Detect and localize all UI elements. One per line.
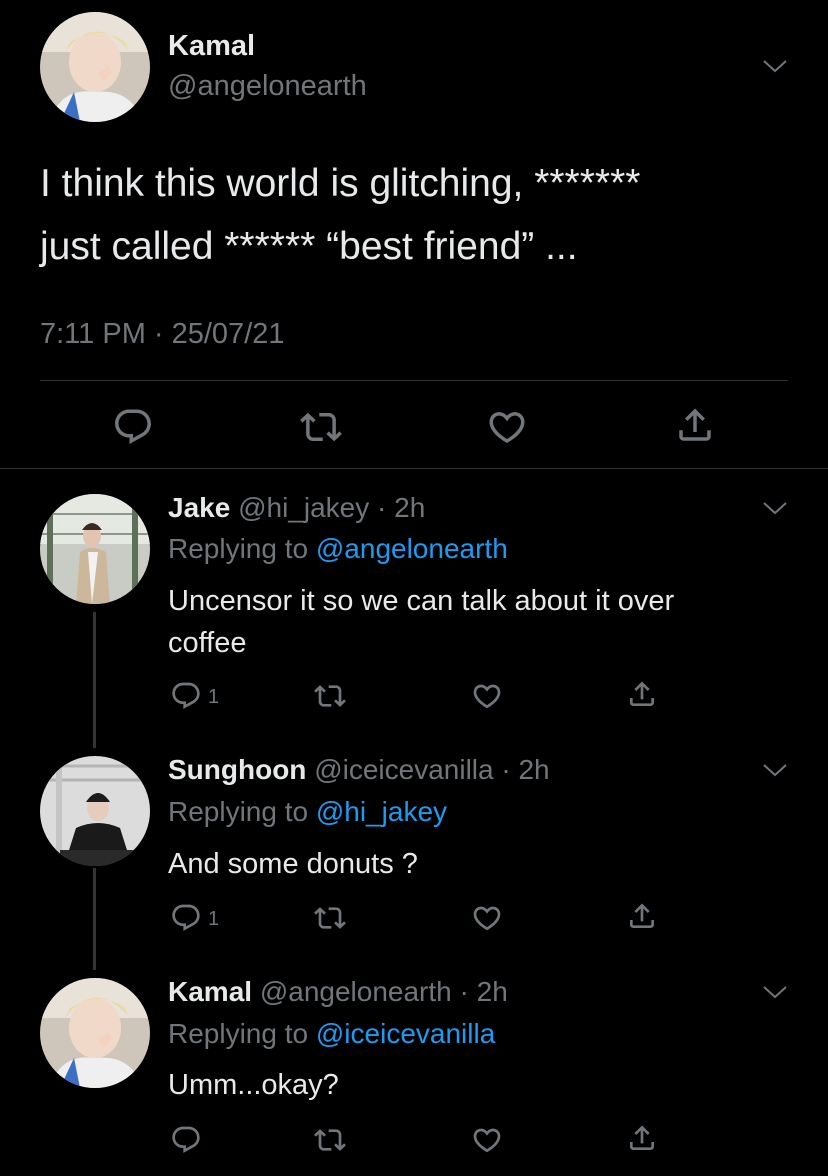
replying-to: Replying to @iceicevanilla	[168, 1018, 495, 1050]
avatar[interactable]	[40, 756, 150, 866]
thread-line	[93, 612, 96, 748]
reply-text-line-1: Umm...okay?	[168, 1069, 339, 1101]
share-icon[interactable]	[626, 678, 658, 710]
mention-link[interactable]: @hi_jakey	[316, 796, 447, 827]
divider	[40, 380, 788, 381]
heart-icon[interactable]	[486, 406, 528, 448]
replying-label: Replying to	[168, 1018, 309, 1049]
reply-icon[interactable]	[170, 902, 202, 934]
avatar[interactable]	[40, 978, 150, 1088]
reply-time: · 2h	[377, 492, 426, 523]
chevron-down-icon[interactable]	[762, 500, 788, 516]
reply-header: Kamal @angelonearth · 2h	[168, 976, 508, 1008]
replying-to: Replying to @hi_jakey	[168, 796, 447, 828]
replying-label: Replying to	[168, 796, 309, 827]
replying-label: Replying to	[168, 533, 309, 564]
reply-text-line-2: coffee	[168, 627, 247, 659]
reply-time: · 2h	[501, 754, 550, 785]
author-handle[interactable]: @hi_jakey	[238, 492, 369, 523]
share-icon[interactable]	[674, 404, 716, 446]
reply-icon[interactable]	[112, 406, 154, 448]
reply-icon[interactable]	[170, 680, 202, 712]
replying-to: Replying to @angelonearth	[168, 533, 508, 565]
retweet-icon[interactable]	[314, 1124, 346, 1156]
retweet-icon[interactable]	[300, 406, 342, 448]
chevron-down-icon[interactable]	[762, 762, 788, 778]
chevron-down-icon[interactable]	[762, 984, 788, 1000]
retweet-icon[interactable]	[314, 902, 346, 934]
author-handle[interactable]: @angelonearth	[260, 976, 452, 1007]
reply-count: 1	[208, 908, 220, 930]
thread-line	[93, 868, 96, 970]
mention-link[interactable]: @iceicevanilla	[316, 1018, 495, 1049]
author-handle[interactable]: @iceicevanilla	[314, 754, 493, 785]
author-name[interactable]: Sunghoon	[168, 754, 306, 785]
share-icon[interactable]	[626, 900, 658, 932]
mention-link[interactable]: @angelonearth	[316, 533, 508, 564]
tweet-text-line-2: just called ****** “best friend” ...	[40, 225, 578, 268]
heart-icon[interactable]	[471, 1124, 503, 1156]
reply-header: Sunghoon @iceicevanilla · 2h	[168, 754, 550, 786]
reply-header: Jake @hi_jakey · 2h	[168, 492, 425, 524]
author-name[interactable]: Kamal	[168, 976, 252, 1007]
heart-icon[interactable]	[471, 680, 503, 712]
reply-text-line-1: Uncensor it so we can talk about it over	[168, 585, 675, 617]
avatar[interactable]	[40, 12, 150, 122]
reply-time: · 2h	[459, 976, 508, 1007]
tweet-text-line-1: I think this world is glitching, *******	[40, 162, 641, 205]
reply-count: 1	[208, 686, 220, 708]
author-name[interactable]: Kamal	[168, 30, 255, 63]
chevron-down-icon[interactable]	[762, 58, 788, 74]
reply-text-line-1: And some donuts ?	[168, 848, 418, 880]
reply-icon[interactable]	[170, 1124, 202, 1156]
retweet-icon[interactable]	[314, 680, 346, 712]
heart-icon[interactable]	[471, 902, 503, 934]
divider	[0, 468, 828, 469]
author-handle[interactable]: @angelonearth	[168, 70, 367, 103]
author-name[interactable]: Jake	[168, 492, 230, 523]
avatar[interactable]	[40, 494, 150, 604]
share-icon[interactable]	[626, 1122, 658, 1154]
timestamp[interactable]: 7:11 PM · 25/07/21	[40, 318, 285, 351]
